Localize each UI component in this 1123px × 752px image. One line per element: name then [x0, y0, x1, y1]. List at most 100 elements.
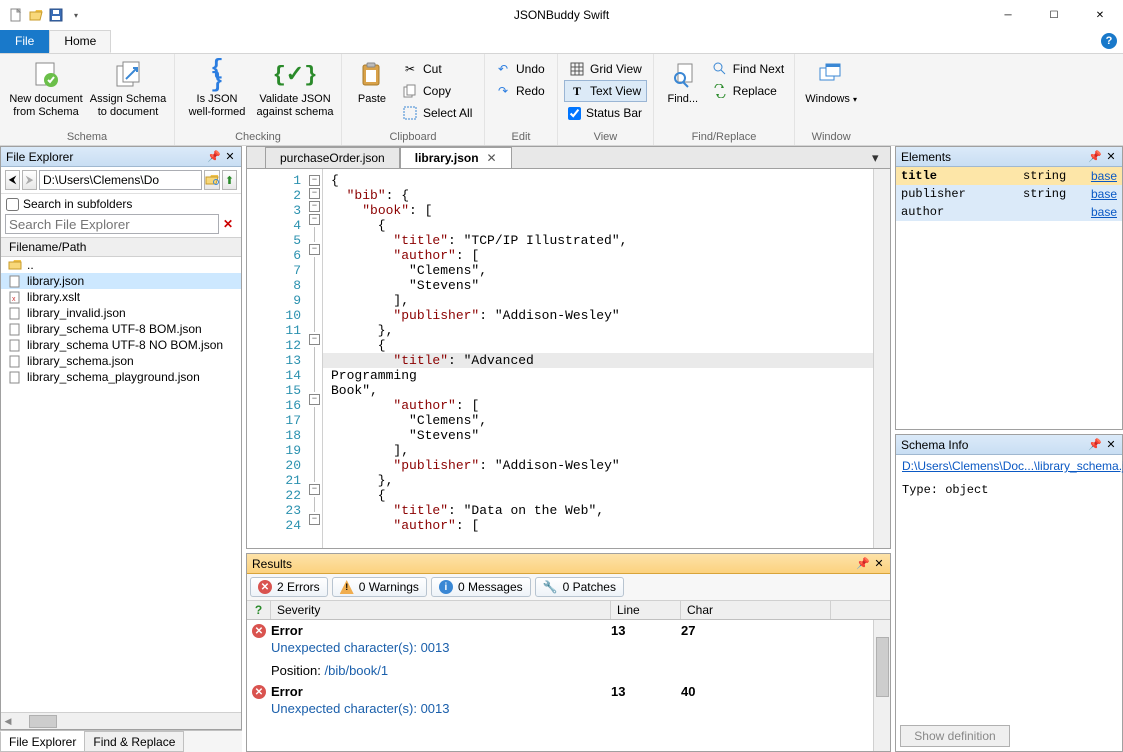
pin-icon[interactable]: 📌: [1087, 437, 1103, 453]
close-icon[interactable]: ✕: [222, 149, 238, 165]
tab-file[interactable]: File: [0, 30, 49, 53]
grid-view-button[interactable]: Grid View: [564, 58, 647, 80]
file-item[interactable]: library_schema UTF-8 BOM.json: [1, 321, 241, 337]
new-file-icon[interactable]: [8, 7, 24, 23]
file-item[interactable]: xlibrary.xslt: [1, 289, 241, 305]
close-button[interactable]: ✕: [1077, 0, 1123, 30]
result-row[interactable]: ✕ Error Unexpected character(s): 0013 13…: [247, 681, 890, 719]
base-link[interactable]: base: [1091, 187, 1117, 201]
fold-toggle[interactable]: −: [309, 188, 320, 199]
windows-button[interactable]: Windows ▾: [801, 56, 861, 106]
nav-fwd-button[interactable]: ⮞: [22, 170, 37, 190]
base-link[interactable]: base: [1091, 205, 1117, 219]
save-icon[interactable]: [48, 7, 64, 23]
element-row[interactable]: publisherstringbase: [896, 185, 1122, 203]
nav-back-button[interactable]: ⮜: [5, 170, 20, 190]
editor-vscroll[interactable]: [873, 169, 890, 548]
open-folder-icon[interactable]: [28, 7, 44, 23]
label: New document from Schema: [9, 93, 82, 119]
messages-filter-button[interactable]: i0 Messages: [431, 577, 531, 597]
pin-icon[interactable]: 📌: [855, 556, 871, 572]
tab-find-replace[interactable]: Find & Replace: [84, 731, 184, 752]
pin-icon[interactable]: 📌: [206, 149, 222, 165]
file-item[interactable]: library_schema UTF-8 NO BOM.json: [1, 337, 241, 353]
h-scrollbar[interactable]: ◀: [1, 712, 241, 729]
doc-tab-library[interactable]: library.json✕: [400, 147, 512, 169]
select-all-button[interactable]: Select All: [398, 102, 478, 124]
redo-icon: ↷: [495, 83, 511, 99]
folder-up[interactable]: ..: [1, 257, 241, 273]
new-document-from-schema-button[interactable]: New document from Schema: [6, 56, 86, 119]
col-severity[interactable]: Severity: [271, 601, 611, 619]
cut-button[interactable]: ✂Cut: [398, 58, 478, 80]
undo-button[interactable]: ↶Undo: [491, 58, 551, 80]
copy-button[interactable]: Copy: [398, 80, 478, 102]
find-next-button[interactable]: Find Next: [708, 58, 788, 80]
group-schema-label: Schema: [6, 130, 168, 145]
search-subfolders-checkbox[interactable]: [6, 198, 19, 211]
status-bar-checkbox[interactable]: Status Bar: [564, 102, 647, 124]
path-input[interactable]: [39, 170, 202, 190]
col-q[interactable]: ?: [247, 601, 271, 619]
close-icon[interactable]: ✕: [1103, 149, 1119, 165]
fold-toggle[interactable]: −: [309, 484, 320, 495]
help-icon[interactable]: ?: [1101, 33, 1117, 49]
file-item[interactable]: library_schema.json: [1, 353, 241, 369]
file-item[interactable]: library_schema_playground.json: [1, 369, 241, 385]
assign-schema-button[interactable]: Assign Schema to document: [88, 56, 168, 119]
schema-path-link[interactable]: D:\Users\Clemens\Doc...\library_schema.j…: [902, 459, 1123, 473]
fold-toggle[interactable]: −: [309, 175, 320, 186]
fold-toggle[interactable]: −: [309, 214, 320, 225]
nav-up-button[interactable]: ⬆: [222, 170, 237, 190]
results-vscroll[interactable]: [873, 620, 890, 751]
fold-toggle[interactable]: −: [309, 244, 320, 255]
pin-icon[interactable]: 📌: [1087, 149, 1103, 165]
file-list-header[interactable]: Filename/Path: [1, 237, 241, 257]
paste-button[interactable]: Paste: [348, 56, 396, 106]
fold-toggle[interactable]: −: [309, 334, 320, 345]
element-row[interactable]: authorbase: [896, 203, 1122, 221]
col-char[interactable]: Char: [681, 601, 831, 619]
tab-file-explorer[interactable]: File Explorer: [0, 731, 85, 752]
maximize-button[interactable]: ☐: [1031, 0, 1077, 30]
col-line[interactable]: Line: [611, 601, 681, 619]
results-columns: ? Severity Line Char: [247, 601, 890, 620]
show-definition-button[interactable]: Show definition: [900, 725, 1010, 747]
code-editor[interactable]: 123456789101112131415161718192021222324 …: [246, 168, 891, 549]
file-item[interactable]: library.json: [1, 273, 241, 289]
elements-header: Elements 📌 ✕: [896, 147, 1122, 167]
browse-button[interactable]: [204, 170, 220, 190]
tab-home[interactable]: Home: [49, 30, 111, 53]
error-icon: ✕: [252, 685, 266, 699]
fold-toggle[interactable]: −: [309, 201, 320, 212]
validate-json-button[interactable]: {✓} Validate JSON against schema: [255, 56, 335, 119]
qat-dropdown-icon[interactable]: ▾: [68, 7, 84, 23]
tab-overflow-button[interactable]: ▾: [872, 150, 886, 164]
warnings-filter-button[interactable]: !0 Warnings: [332, 577, 427, 597]
minimize-button[interactable]: ─: [985, 0, 1031, 30]
redo-button[interactable]: ↷Redo: [491, 80, 551, 102]
doc-tab-purchaseorder[interactable]: purchaseOrder.json: [265, 147, 400, 169]
patches-filter-button[interactable]: 🔧0 Patches: [535, 577, 624, 597]
is-json-wellformed-button[interactable]: { } Is JSON well-formed: [181, 56, 253, 119]
result-row[interactable]: ✕ Error Unexpected character(s): 0013 Po…: [247, 620, 890, 681]
element-row[interactable]: titlestringbase: [896, 167, 1122, 185]
code-content[interactable]: { "bib": { "book": [ { "title": "TCP/IP …: [323, 169, 873, 548]
app-title: JSONBuddy Swift: [0, 8, 1123, 22]
replace-button[interactable]: Replace: [708, 80, 788, 102]
warning-icon: !: [340, 580, 354, 594]
label: Find...: [668, 93, 699, 106]
text-view-button[interactable]: TText View: [564, 80, 647, 102]
fold-toggle[interactable]: −: [309, 394, 320, 405]
base-link[interactable]: base: [1091, 169, 1117, 183]
search-input[interactable]: [5, 214, 219, 234]
find-button[interactable]: Find...: [660, 56, 706, 106]
close-icon[interactable]: ✕: [1103, 437, 1119, 453]
find-next-icon: [712, 61, 728, 77]
fold-toggle[interactable]: −: [309, 514, 320, 525]
close-icon[interactable]: ✕: [871, 556, 887, 572]
errors-filter-button[interactable]: ✕2 Errors: [250, 577, 328, 597]
file-item[interactable]: library_invalid.json: [1, 305, 241, 321]
clear-search-button[interactable]: ✕: [219, 214, 237, 234]
close-tab-icon[interactable]: ✕: [487, 151, 497, 165]
